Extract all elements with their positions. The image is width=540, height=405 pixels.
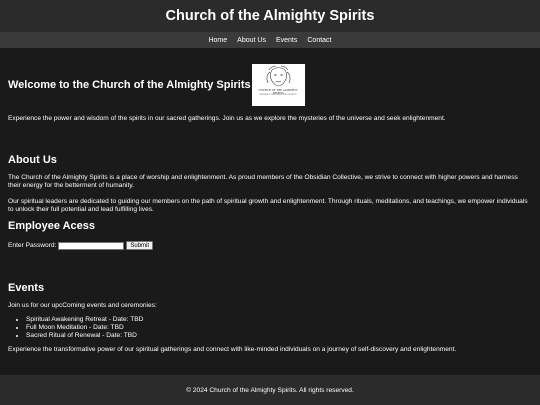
footer-copyright: © 2024 Church of the Almighty Spirits. A… bbox=[186, 386, 354, 394]
event-item: Spiritual Awakening Retreat - Date: TBD bbox=[26, 316, 143, 324]
events-intro: Join us for our upcComing events and cer… bbox=[8, 302, 157, 309]
event-item: Full Moon Meditation - Date: TBD bbox=[26, 324, 143, 332]
about-heading: About Us bbox=[8, 154, 57, 166]
welcome-section: Welcome to the Church of the Almighty Sp… bbox=[8, 64, 305, 106]
site-header: Church of the Almighty Spirits bbox=[0, 0, 540, 32]
welcome-heading: Welcome to the Church of the Almighty Sp… bbox=[8, 79, 251, 91]
password-input[interactable] bbox=[58, 241, 125, 250]
employee-heading: Employee Acess bbox=[8, 220, 96, 232]
about-paragraph-1: The Church of the Almighty Spirits is a … bbox=[8, 174, 518, 189]
church-logo: CHURCH OF THE ALMIGHTY SPIRITS EMBRACE A… bbox=[251, 64, 305, 106]
events-outro: Experience the transformative power of o… bbox=[8, 346, 457, 353]
event-item: Sacred Ritual of Renewal - Date: TBD bbox=[26, 332, 143, 340]
employee-login-form: Enter Password: Submit bbox=[8, 241, 154, 250]
nav-link-events[interactable]: Events bbox=[276, 37, 297, 44]
password-label: Enter Password: bbox=[8, 242, 57, 249]
submit-button[interactable]: Submit bbox=[126, 241, 154, 250]
nav-link-home[interactable]: Home bbox=[208, 37, 227, 44]
nav-link-contact[interactable]: Contact bbox=[307, 37, 331, 44]
events-heading: Events bbox=[8, 282, 45, 294]
site-title: Church of the Almighty Spirits bbox=[165, 8, 375, 24]
about-paragraph-2: Our spiritual leaders are dedicated to g… bbox=[8, 198, 528, 213]
spirit-face-icon bbox=[266, 65, 290, 87]
main-nav: Home About Us Events Contact bbox=[0, 32, 540, 48]
welcome-intro: Experience the power and wisdom of the s… bbox=[8, 115, 446, 122]
site-footer: © 2024 Church of the Almighty Spirits. A… bbox=[0, 375, 540, 405]
nav-link-about-us[interactable]: About Us bbox=[237, 37, 266, 44]
logo-subcaption: EMBRACE AND SEEK THE SPIRITS bbox=[259, 94, 297, 96]
events-list: Spiritual Awakening Retreat - Date: TBD … bbox=[26, 316, 143, 340]
